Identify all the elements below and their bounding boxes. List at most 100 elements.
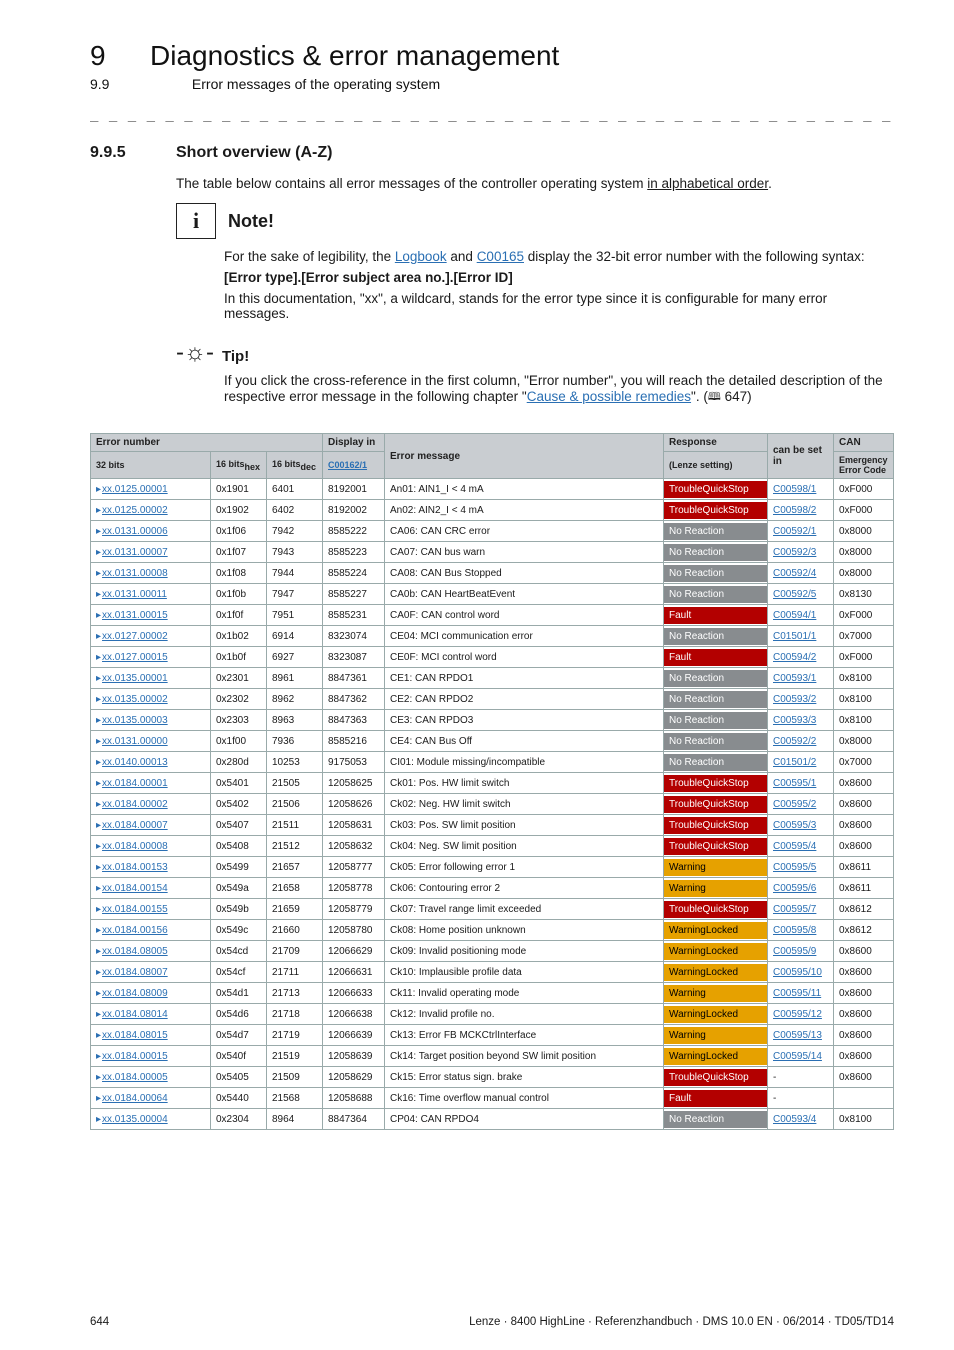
error-number-cell[interactable]: ▸xx.0127.00002	[91, 626, 211, 647]
can-cell: 0x8600	[834, 941, 894, 962]
intro-paragraph: The table below contains all error messa…	[176, 176, 894, 191]
set-link[interactable]: C00595/11	[773, 988, 821, 999]
th-c00162-link[interactable]: C00162/1	[323, 452, 385, 479]
lightbulb-icon: -☼-	[176, 341, 214, 365]
divider-dashes: _ _ _ _ _ _ _ _ _ _ _ _ _ _ _ _ _ _ _ _ …	[90, 106, 894, 122]
error-number-cell[interactable]: ▸xx.0184.00005	[91, 1067, 211, 1088]
error-number-cell[interactable]: ▸xx.0184.08015	[91, 1025, 211, 1046]
set-link[interactable]: C00593/1	[773, 673, 816, 684]
dec-cell: 6927	[267, 647, 323, 668]
error-number-cell[interactable]: ▸xx.0184.00008	[91, 836, 211, 857]
error-number-cell[interactable]: ▸xx.0184.00002	[91, 794, 211, 815]
can-cell: 0x8600	[834, 962, 894, 983]
dec-cell: 21660	[267, 920, 323, 941]
set-link[interactable]: C00595/5	[773, 862, 816, 873]
response-cell: No Reaction	[664, 521, 768, 542]
display-cell: 12066639	[323, 1025, 385, 1046]
set-link[interactable]: C00592/4	[773, 568, 816, 579]
set-cell: C00593/3	[768, 710, 834, 731]
error-number-cell[interactable]: ▸xx.0184.00153	[91, 857, 211, 878]
error-number-cell[interactable]: ▸xx.0184.00015	[91, 1046, 211, 1067]
set-link[interactable]: C00595/14	[773, 1051, 822, 1062]
error-number-cell[interactable]: ▸xx.0131.00015	[91, 605, 211, 626]
set-link[interactable]: C00593/4	[773, 1114, 816, 1125]
message-cell: Ck10: Implausible profile data	[385, 962, 664, 983]
subsection-heading: 9.9.5Short overview (A-Z)	[90, 144, 894, 162]
error-number-cell[interactable]: ▸xx.0125.00001	[91, 479, 211, 500]
error-number-cell[interactable]: ▸xx.0140.00013	[91, 752, 211, 773]
set-link[interactable]: C00595/1	[773, 778, 816, 789]
set-link[interactable]: C00592/2	[773, 736, 816, 747]
set-link[interactable]: C00593/2	[773, 694, 816, 705]
set-cell: C00598/2	[768, 500, 834, 521]
error-number-cell[interactable]: ▸xx.0125.00002	[91, 500, 211, 521]
set-link[interactable]: C00595/6	[773, 883, 816, 894]
error-number-cell[interactable]: ▸xx.0184.08005	[91, 941, 211, 962]
hex-cell: 0x1f0b	[211, 584, 267, 605]
error-number-cell[interactable]: ▸xx.0135.00002	[91, 689, 211, 710]
display-cell: 12058688	[323, 1088, 385, 1109]
set-link[interactable]: C00595/3	[773, 820, 816, 831]
set-link[interactable]: C00595/13	[773, 1030, 822, 1041]
can-cell: 0x8600	[834, 1067, 894, 1088]
message-cell: Ck11: Invalid operating mode	[385, 983, 664, 1004]
set-link[interactable]: C00595/7	[773, 904, 816, 915]
response-cell: No Reaction	[664, 1109, 768, 1130]
error-number-cell[interactable]: ▸xx.0184.00155	[91, 899, 211, 920]
dec-cell: 7936	[267, 731, 323, 752]
error-number-cell[interactable]: ▸xx.0131.00007	[91, 542, 211, 563]
set-link[interactable]: C00595/2	[773, 799, 816, 810]
set-link[interactable]: C00595/10	[773, 967, 822, 978]
error-number-cell[interactable]: ▸xx.0135.00001	[91, 668, 211, 689]
response-cell: WarningLocked	[664, 962, 768, 983]
set-link[interactable]: C00595/9	[773, 946, 816, 957]
dec-cell: 21511	[267, 815, 323, 836]
error-number-cell[interactable]: ▸xx.0184.08014	[91, 1004, 211, 1025]
error-number-cell[interactable]: ▸xx.0184.08009	[91, 983, 211, 1004]
error-number-cell[interactable]: ▸xx.0184.00154	[91, 878, 211, 899]
subsection-title: Short overview (A-Z)	[176, 144, 332, 161]
set-link[interactable]: C00595/8	[773, 925, 816, 936]
error-number-cell[interactable]: ▸xx.0184.00007	[91, 815, 211, 836]
set-link[interactable]: C01501/1	[773, 631, 816, 642]
set-cell: C00595/13	[768, 1025, 834, 1046]
set-link[interactable]: C00592/1	[773, 526, 816, 537]
message-cell: Ck08: Home position unknown	[385, 920, 664, 941]
display-cell: 8847364	[323, 1109, 385, 1130]
table-row: ▸xx.0135.000010x230189618847361CE1: CAN …	[91, 668, 894, 689]
logbook-link[interactable]: Logbook	[395, 249, 447, 264]
set-link[interactable]: C00593/3	[773, 715, 816, 726]
dec-cell: 6914	[267, 626, 323, 647]
response-cell: TroubleQuickStop	[664, 815, 768, 836]
error-number-cell[interactable]: ▸xx.0127.00015	[91, 647, 211, 668]
error-number-cell[interactable]: ▸xx.0184.00064	[91, 1088, 211, 1109]
c00165-link[interactable]: C00165	[477, 249, 524, 264]
dec-cell: 21718	[267, 1004, 323, 1025]
error-number-cell[interactable]: ▸xx.0131.00011	[91, 584, 211, 605]
set-link[interactable]: C01501/2	[773, 757, 816, 768]
set-link[interactable]: C00598/2	[773, 505, 816, 516]
error-number-cell[interactable]: ▸xx.0135.00003	[91, 710, 211, 731]
error-number-cell[interactable]: ▸xx.0184.00156	[91, 920, 211, 941]
dec-cell: 21519	[267, 1046, 323, 1067]
set-link[interactable]: C00598/1	[773, 484, 816, 495]
set-link[interactable]: C00595/4	[773, 841, 816, 852]
display-cell: 12058626	[323, 794, 385, 815]
message-cell: CE3: CAN RPDO3	[385, 710, 664, 731]
set-link[interactable]: C00594/1	[773, 610, 816, 621]
error-number-cell[interactable]: ▸xx.0131.00000	[91, 731, 211, 752]
error-number-cell[interactable]: ▸xx.0131.00006	[91, 521, 211, 542]
error-number-cell[interactable]: ▸xx.0184.00001	[91, 773, 211, 794]
set-link[interactable]: C00595/12	[773, 1009, 822, 1020]
error-number-cell[interactable]: ▸xx.0184.08007	[91, 962, 211, 983]
set-link[interactable]: C00592/3	[773, 547, 816, 558]
message-cell: CP04: CAN RPDO4	[385, 1109, 664, 1130]
error-number-cell[interactable]: ▸xx.0131.00008	[91, 563, 211, 584]
set-link[interactable]: C00592/5	[773, 589, 816, 600]
set-link[interactable]: C00594/2	[773, 652, 816, 663]
response-cell: TroubleQuickStop	[664, 794, 768, 815]
error-number-cell[interactable]: ▸xx.0135.00004	[91, 1109, 211, 1130]
dec-cell: 21719	[267, 1025, 323, 1046]
cause-remedies-link[interactable]: Cause & possible remedies	[527, 389, 691, 404]
dec-cell: 21506	[267, 794, 323, 815]
